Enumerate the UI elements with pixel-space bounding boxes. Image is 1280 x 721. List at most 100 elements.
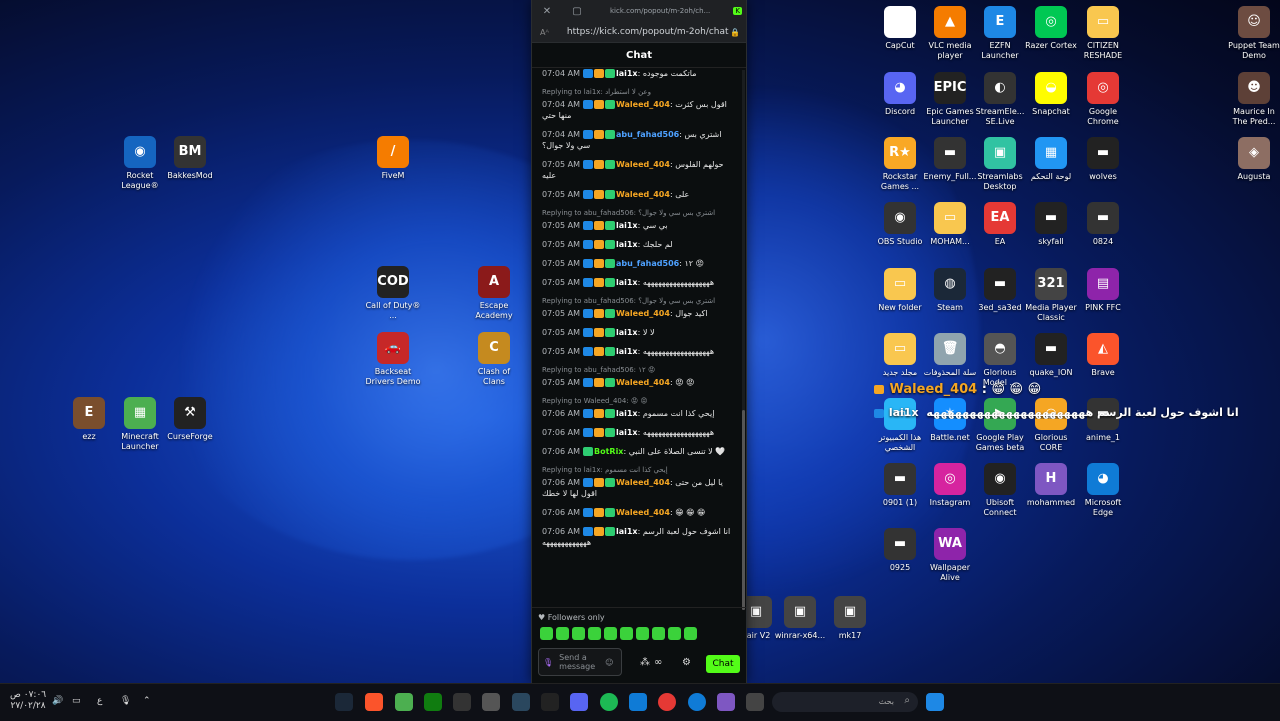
chat-message[interactable]: 07:05 AM lai1x: ههههههههههههههههههه bbox=[542, 346, 732, 357]
infinity-icon[interactable]: ∞ bbox=[654, 657, 662, 668]
emote-button[interactable] bbox=[604, 627, 617, 640]
message-username[interactable]: lai1x bbox=[616, 69, 638, 78]
desktop-icon[interactable]: ▲ VLC media player bbox=[922, 6, 978, 61]
desktop-icon[interactable]: ▣ Streamlabs Desktop bbox=[972, 137, 1028, 192]
desktop-icon[interactable]: ⚒ CurseForge bbox=[162, 397, 218, 442]
desktop-icon[interactable]: EA EA bbox=[972, 202, 1028, 247]
desktop-icon[interactable]: ◉ Ubisoft Connect bbox=[972, 463, 1028, 518]
desktop-icon[interactable]: ◉ OBS Studio bbox=[872, 202, 928, 247]
desktop-icon[interactable]: ▬ anime_1 bbox=[1075, 398, 1131, 443]
reader-icon[interactable]: Aᴬ bbox=[540, 28, 549, 37]
desktop-icon[interactable]: ◕ Microsoft Edge bbox=[1075, 463, 1131, 518]
message-username[interactable]: Waleed_404 bbox=[616, 160, 670, 169]
settings-gear-icon[interactable]: ⚙ bbox=[682, 657, 691, 668]
message-username[interactable]: lai1x bbox=[616, 328, 638, 337]
brave-taskbar-icon[interactable] bbox=[365, 693, 383, 711]
network-icon[interactable]: ▭ bbox=[72, 696, 81, 706]
volume-icon[interactable]: 🔊 bbox=[52, 696, 63, 706]
desktop-icon[interactable]: ▭ MOHAM... bbox=[922, 202, 978, 247]
desktop-icon[interactable]: E EZFN Launcher bbox=[972, 6, 1028, 61]
message-username[interactable]: lai1x bbox=[616, 278, 638, 287]
desktop-icon[interactable]: / FiveM bbox=[365, 136, 421, 181]
desktop-icon[interactable]: Eezz bbox=[61, 397, 117, 442]
desktop-icon[interactable]: ▬ 0925 bbox=[872, 528, 928, 573]
close-icon[interactable]: ✕ bbox=[532, 6, 562, 17]
desktop-icon[interactable]: A Escape Academy bbox=[466, 266, 522, 321]
desktop-icon[interactable]: R★ Rockstar Games ... bbox=[872, 137, 928, 192]
chat-message[interactable]: 07:04 AM lai1x: ماتكمت موجوده bbox=[542, 68, 732, 79]
desktop-icon[interactable]: ◕ Discord bbox=[872, 72, 928, 117]
desktop-icon[interactable]: ◒ Snapchat bbox=[1023, 72, 1079, 117]
task-view-taskbar-icon[interactable] bbox=[746, 693, 764, 711]
message-username[interactable]: lai1x bbox=[616, 221, 638, 230]
desktop-icon[interactable]: ▬ Enemy_Full... bbox=[922, 137, 978, 182]
chat-message[interactable]: Replying to abu_fahad506: اشتري بس سي ول… bbox=[542, 296, 732, 319]
chat-message[interactable]: Replying to lai1x: إيحي كذا انت مسموم 07:… bbox=[542, 465, 732, 499]
desktop-icon[interactable]: ◎ Instagram bbox=[922, 463, 978, 508]
taskbar-search[interactable]: بحث ⌕ bbox=[772, 692, 918, 712]
chevron-up-icon[interactable]: ⌃ bbox=[143, 696, 151, 706]
desktop-icon[interactable]: ▬ 3ed_sa3ed bbox=[972, 268, 1028, 313]
chat-message[interactable]: 07:06 AM BotRix: لا تنسى الصلاة على النبي… bbox=[542, 446, 732, 457]
emote-button[interactable] bbox=[636, 627, 649, 640]
desktop-icon[interactable]: ◈ Augusta bbox=[1226, 137, 1280, 182]
message-username[interactable]: lai1x bbox=[616, 527, 638, 536]
message-username[interactable]: Waleed_404 bbox=[616, 190, 670, 199]
xbox-taskbar-icon[interactable] bbox=[424, 693, 442, 711]
chat-message[interactable]: 07:05 AM lai1x: لا لا bbox=[542, 327, 732, 338]
chat-message[interactable]: 07:05 AM Waleed_404: حولهم الفلوس عليه bbox=[542, 159, 732, 181]
chat-message[interactable]: 07:06 AM lai1x: انا اشوف حول لعبة الرسم ه… bbox=[542, 526, 732, 548]
desktop-icon[interactable]: ▬ 0824 bbox=[1075, 202, 1131, 247]
emote-button[interactable] bbox=[572, 627, 585, 640]
desktop-icon[interactable]: ✂ CapCut bbox=[872, 6, 928, 51]
chat-message[interactable]: 07:06 AM lai1x: ههههههههههههههههههه bbox=[542, 427, 732, 438]
desktop-icon[interactable]: ◉ Rocket League® bbox=[112, 136, 168, 191]
desktop-icon[interactable]: ▣ winrar-x64... bbox=[772, 596, 828, 641]
emote-button[interactable] bbox=[556, 627, 569, 640]
chat-scrollbar[interactable] bbox=[742, 70, 745, 610]
chat-message[interactable]: 07:05 AM abu_fahad506: ١٢ 😡 bbox=[542, 258, 732, 269]
desktop-icon[interactable]: ◎ Razer Cortex bbox=[1023, 6, 1079, 51]
spotify-taskbar-icon[interactable] bbox=[600, 693, 618, 711]
edge-taskbar-icon[interactable] bbox=[688, 693, 706, 711]
desktop-icon[interactable]: ◐ StreamEle... SE.Live bbox=[972, 72, 1028, 127]
desktop-icon[interactable]: ◭ Brave bbox=[1075, 333, 1131, 378]
copilot-taskbar-icon[interactable] bbox=[717, 693, 735, 711]
desktop-icon[interactable]: C Clash of Clans bbox=[466, 332, 522, 387]
desktop-icon[interactable]: WA Wallpaper Alive bbox=[922, 528, 978, 583]
chat-message[interactable]: 07:04 AM abu_fahad506: اشتري بس سي ولا جو… bbox=[542, 129, 732, 151]
chat-message[interactable]: 07:05 AM lai1x: ههههههههههههههههههه bbox=[542, 277, 732, 288]
desktop-icon[interactable]: ☻ Maurice In The Pred... bbox=[1226, 72, 1280, 127]
emote-button[interactable] bbox=[588, 627, 601, 640]
microphone-icon[interactable]: 🎙 bbox=[543, 658, 553, 667]
store-taskbar-icon[interactable] bbox=[629, 693, 647, 711]
discord-taskbar-icon[interactable] bbox=[570, 693, 588, 711]
desktop-icon[interactable]: ▦ لوحة التحكم bbox=[1023, 137, 1079, 182]
desktop-icon[interactable]: ▤ PINK FFC bbox=[1075, 268, 1131, 313]
desktop-icon[interactable]: COD Call of Duty® ... bbox=[365, 266, 421, 321]
chat-message[interactable]: Replying to Waleed_404: 😡 😡 07:06 AM lai1x… bbox=[542, 396, 732, 419]
address-bar[interactable]: Aᴬ https://kick.com/popout/m-2oh/chat 🔒 bbox=[532, 22, 746, 43]
message-username[interactable]: Waleed_404 bbox=[616, 378, 670, 387]
chat-message[interactable]: Replying to abu_fahad506: اشتري بس سي ول… bbox=[542, 208, 732, 231]
chat-message[interactable]: 07:06 AM Waleed_404: 😁 😁 😁 bbox=[542, 507, 732, 518]
message-username[interactable]: lai1x bbox=[616, 409, 638, 418]
message-username[interactable]: abu_fahad506 bbox=[616, 259, 679, 268]
desktop-icon[interactable]: 321 Media Player Classic bbox=[1023, 268, 1079, 323]
app-taskbar-icon[interactable] bbox=[482, 693, 500, 711]
start-windows-icon[interactable] bbox=[926, 693, 944, 711]
obs-taskbar-icon[interactable] bbox=[453, 693, 471, 711]
message-username[interactable]: Waleed_404 bbox=[616, 100, 670, 109]
message-username[interactable]: lai1x bbox=[616, 428, 638, 437]
emoji-icon[interactable]: ☺ bbox=[605, 658, 613, 667]
steam2-taskbar-icon[interactable] bbox=[512, 693, 530, 711]
emote-button[interactable] bbox=[540, 627, 553, 640]
chat-message[interactable]: Replying to lai1x: وعن لا استطراد 07:04 A… bbox=[542, 87, 732, 121]
desktop-icon[interactable]: 🚗 Backseat Drivers Demo bbox=[365, 332, 421, 387]
desktop-icon[interactable]: ◎ Google Chrome bbox=[1075, 72, 1131, 127]
message-username[interactable]: Waleed_404 bbox=[616, 478, 670, 487]
desktop-icon[interactable]: ▬ skyfall bbox=[1023, 202, 1079, 247]
desktop-icon[interactable]: ◓ Glorious Model ... bbox=[972, 333, 1028, 388]
desktop-icon[interactable]: ▭ New folder bbox=[872, 268, 928, 313]
desktop-icon[interactable]: ▬ wolves bbox=[1075, 137, 1131, 182]
